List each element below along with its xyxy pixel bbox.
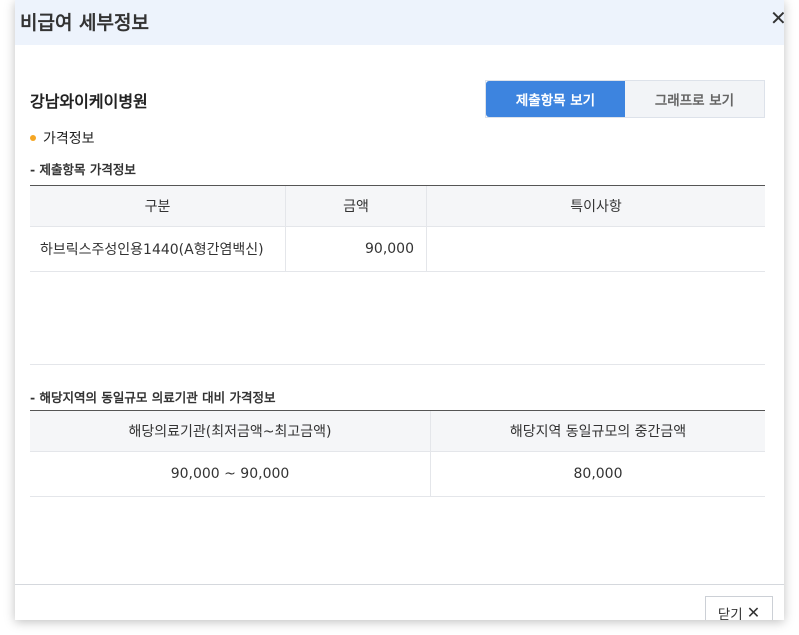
view-toggle: 제출항목 보기 그래프로 보기 [485,80,765,118]
footer-divider [15,584,784,585]
price-detail-modal: 비급여 세부정보 ✕ 강남와이케이병원 제출항목 보기 그래프로 보기 가격정보… [15,0,784,620]
item-name-cell: 하브릭스주성인용1440(A형간염백신) [30,226,286,272]
price-range-cell: 90,000 ~ 90,000 [30,451,431,497]
regional-prices-title: - 해당지역의 동일규모 의료기관 대비 가격정보 [30,390,276,405]
column-header: 구분 [30,185,286,227]
column-header: 특이사항 [426,185,765,227]
view-graph-button[interactable]: 그래프로 보기 [625,81,764,117]
median-price-cell: 80,000 [430,451,765,497]
close-icon: ✕ [746,603,761,621]
submitted-prices-table: 구분 금액 특이사항 하브릭스주성인용1440(A형간염백신) 90,000 [30,185,765,272]
close-icon[interactable]: ✕ [770,8,784,28]
close-button-label: 닫기 [717,607,743,620]
modal-header: 비급여 세부정보 ✕ [15,0,784,45]
table-row: 하브릭스주성인용1440(A형간염백신) 90,000 [30,226,765,272]
submitted-prices-title: - 제출항목 가격정보 [30,162,136,177]
modal-title: 비급여 세부정보 [20,12,149,34]
close-button[interactable]: 닫기 ✕ [705,596,773,620]
section-title: 가격정보 [43,131,95,147]
divider [30,364,765,365]
regional-prices-table: 해당의료기관(최저금액~최고금액) 해당지역 동일규모의 중간금액 90,000… [30,410,765,497]
column-header: 금액 [285,185,427,227]
bullet-dot-icon [30,135,36,141]
table-row: 90,000 ~ 90,000 80,000 [30,451,765,497]
hospital-name: 강남와이케이병원 [30,92,148,111]
view-items-button[interactable]: 제출항목 보기 [486,81,625,117]
column-header: 해당지역 동일규모의 중간금액 [430,410,765,452]
column-header: 해당의료기관(최저금액~최고금액) [30,410,431,452]
section-heading: 가격정보 [30,128,95,148]
note-cell [426,226,765,272]
price-cell: 90,000 [285,226,427,272]
